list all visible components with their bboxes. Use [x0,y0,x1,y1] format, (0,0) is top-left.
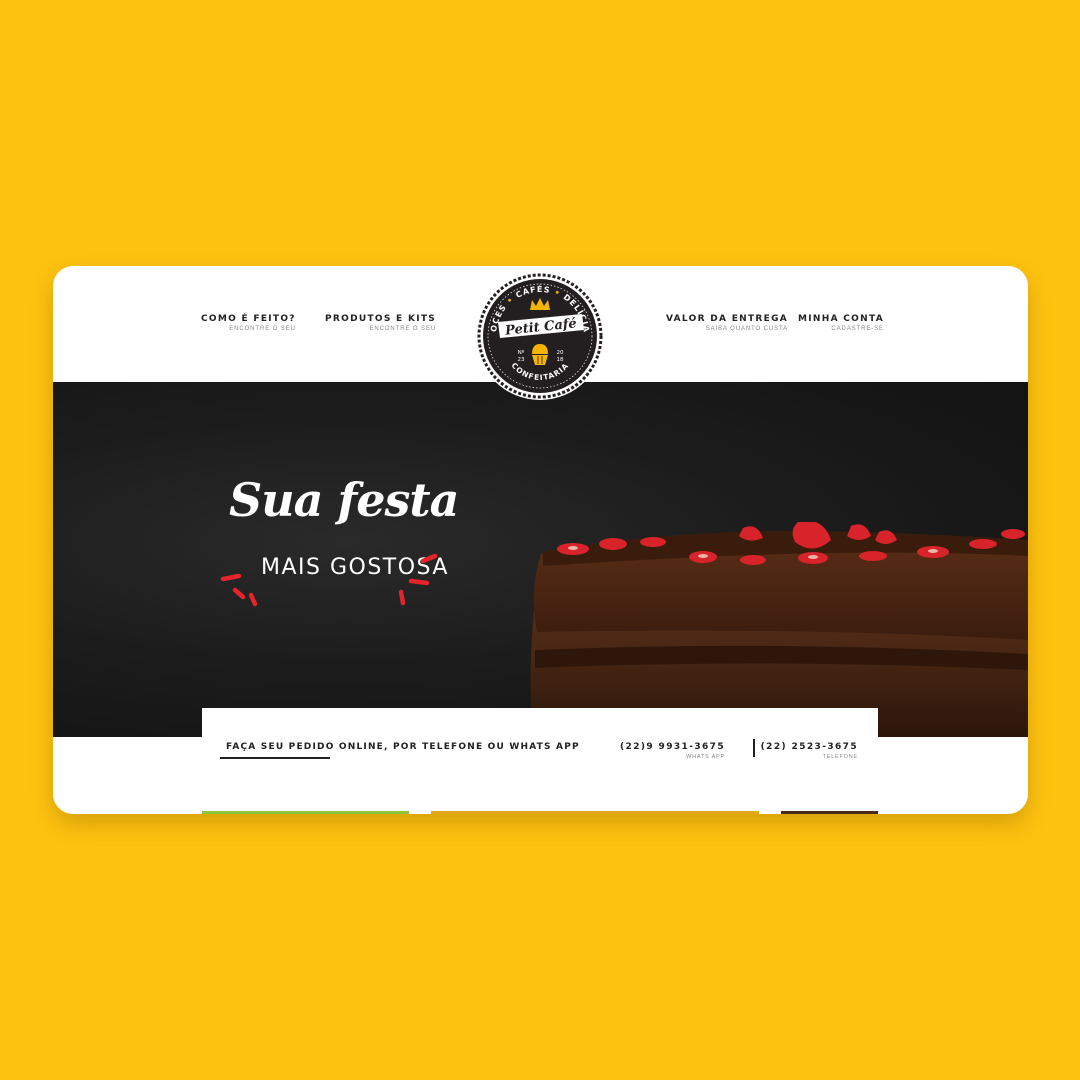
phone-number: (22) 2523-3675 [760,742,858,752]
hero-banner: Sua festa MAIS GOSTOSA [53,382,1028,737]
nav-sublabel: SAIBA QUANTO CUSTA [705,326,789,332]
order-info-text: FAÇA SEU PEDIDO ONLINE, POR TELEFONE OU … [226,742,580,752]
phone-label: TELEFONE [822,754,858,760]
nav-label: COMO É FEITO? [201,314,296,324]
nav-item-valor-da-entrega[interactable]: VALOR DA ENTREGA SAIBA QUANTO CUSTA [666,314,788,332]
logo-left-badge: Nº [518,349,525,356]
logo-left-badge: 23 [518,357,525,363]
sprinkles-decoration [220,553,438,607]
product-card-gold-top [431,811,759,814]
nav-item-produtos-e-kits[interactable]: PRODUTOS E KITS ENCONTRE O SEU [325,314,436,332]
nav-item-minha-conta[interactable]: MINHA CONTA CADASTRE-SE [798,314,884,332]
order-info-bar: FAÇA SEU PEDIDO ONLINE, POR TELEFONE OU … [202,708,878,770]
order-info-underline [220,757,330,759]
product-card-brown-top [781,811,878,814]
nav-label: VALOR DA ENTREGA [666,314,789,324]
nav-sublabel: CADASTRE-SE [831,326,884,332]
petit-cafe-logo[interactable]: DOCES • CAFÉS • DELÍCIAS Petit Café Nº 2… [474,266,606,406]
nav-sublabel: ENCONTRE O SEU [369,326,437,332]
product-card-green-top [202,811,409,814]
telephone-phone[interactable]: (22) 2523-3675 TELEFONE [761,742,858,760]
nav-item-como-e-feito[interactable]: COMO É FEITO? ENCONTRE O SEU [201,314,296,332]
nav-label: MINHA CONTA [798,314,884,324]
nav-sublabel: ENCONTRE O SEU [229,326,296,332]
phone-label: WHATS APP [686,754,725,760]
nav-label: PRODUTOS E KITS [325,314,437,324]
phone-number: (22)9 9931-3675 [620,742,725,752]
hero-title: Sua festa [229,473,460,527]
chocolate-cake-image [530,522,1028,737]
phone-divider [753,739,755,757]
logo-right-badge: 20 [557,350,564,356]
whatsapp-phone[interactable]: (22)9 9931-3675 WHATS APP [620,742,725,760]
website-mockup-card: COMO É FEITO? ENCONTRE O SEU PRODUTOS E … [53,266,1028,814]
